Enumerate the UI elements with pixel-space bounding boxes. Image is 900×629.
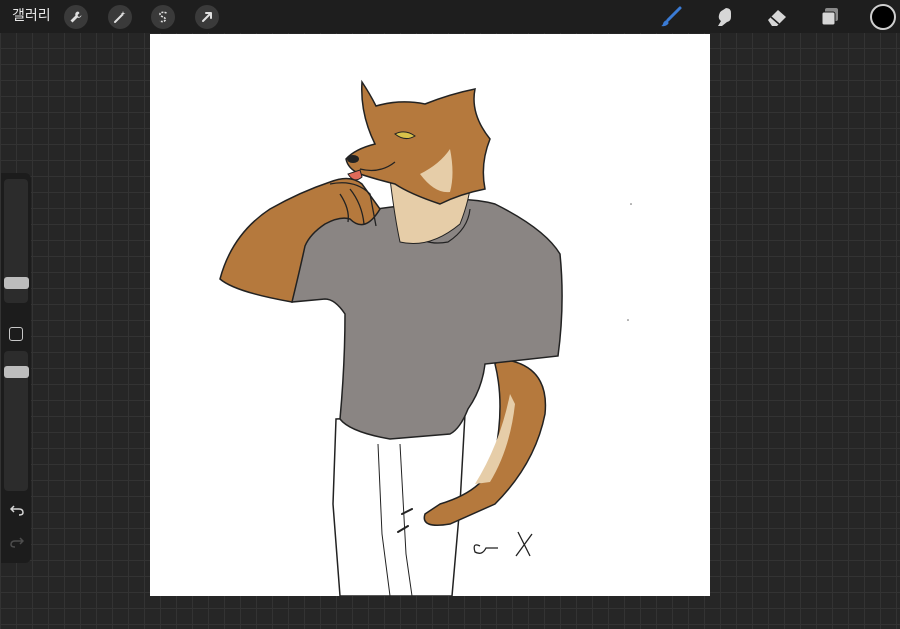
- undo-button[interactable]: [8, 504, 26, 520]
- opacity-handle[interactable]: [4, 366, 29, 378]
- left-sidebar: [1, 173, 31, 563]
- brush-tool-button[interactable]: [658, 4, 684, 30]
- transform-button[interactable]: [195, 5, 219, 29]
- eraser-tool-button[interactable]: [764, 4, 790, 30]
- actions-button[interactable]: [64, 5, 88, 29]
- undo-arrow-icon: [9, 505, 24, 516]
- brush-icon: [661, 6, 682, 27]
- brush-size-handle[interactable]: [4, 277, 29, 289]
- layers-icon: [821, 8, 838, 26]
- top-toolbar: 갤러리: [0, 0, 900, 33]
- drawing-canvas[interactable]: [150, 34, 710, 596]
- modify-button[interactable]: [9, 327, 23, 341]
- redo-button[interactable]: [8, 536, 26, 552]
- smudge-finger-icon: [718, 8, 731, 26]
- color-picker-swatch[interactable]: [870, 4, 896, 30]
- adjustments-button[interactable]: [108, 5, 132, 29]
- eraser-icon: [768, 10, 786, 26]
- redo-arrow-icon: [10, 537, 25, 548]
- selection-button[interactable]: [151, 5, 175, 29]
- smudge-tool-button[interactable]: [711, 4, 737, 30]
- layers-button[interactable]: [817, 4, 843, 30]
- selection-s-icon: [159, 11, 167, 23]
- arrow-cursor-icon: [202, 12, 212, 22]
- wrench-icon: [70, 11, 82, 23]
- gallery-button[interactable]: 갤러리: [12, 6, 51, 26]
- werewolf-artwork: [219, 79, 632, 596]
- magic-wand-icon: [114, 11, 126, 23]
